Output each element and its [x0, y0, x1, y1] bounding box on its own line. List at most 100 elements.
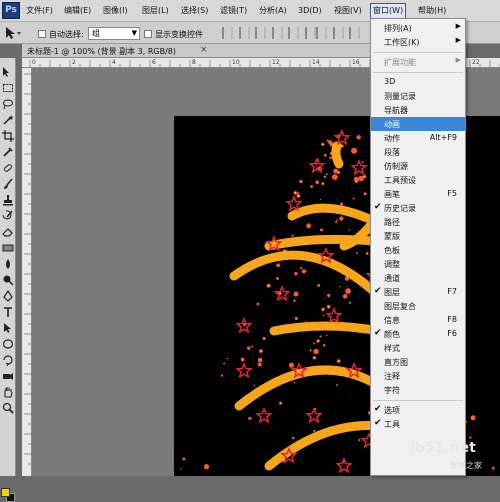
menu-item-tool-presets[interactable]: 工具预设 — [371, 173, 465, 187]
marquee-tool-icon[interactable] — [2, 82, 14, 94]
sparkle — [292, 436, 295, 440]
menu-view[interactable]: 视图(V) — [334, 5, 362, 19]
menu-item-character[interactable]: 字符 — [371, 383, 465, 397]
sparkle — [323, 153, 328, 158]
brush-tool-icon[interactable] — [2, 178, 14, 190]
menu-item-layer-comps[interactable]: 图层复合 — [371, 299, 465, 313]
sparkle — [325, 173, 328, 176]
menu-select[interactable]: 选择(S) — [181, 5, 208, 19]
eyedropper-tool-icon[interactable] — [2, 146, 14, 158]
ruler-label: 10 — [232, 59, 240, 66]
menu-3d[interactable]: 3D(D) — [298, 5, 322, 19]
sparkle — [288, 362, 295, 368]
sparkle — [345, 288, 351, 294]
menu-item-histogram[interactable]: 直方图 — [371, 355, 465, 369]
sparkle — [323, 297, 325, 300]
menu-item-paths[interactable]: 路径 — [371, 215, 465, 229]
3d-camera-tool-icon[interactable] — [2, 370, 14, 382]
menu-item-options[interactable]: ✔ 选项 — [371, 403, 465, 417]
auto-select-dropdown[interactable]: 组 ▼ — [88, 27, 140, 40]
sparkle — [315, 338, 321, 344]
path-selection-tool-icon[interactable] — [2, 322, 14, 334]
shape-tool-icon[interactable] — [2, 338, 14, 350]
lasso-tool-icon[interactable] — [2, 98, 14, 110]
menu-item-measurement-log[interactable]: 测量记录 — [371, 89, 465, 103]
align-hcenter-icon[interactable] — [288, 27, 300, 39]
sparkle — [326, 304, 332, 310]
distribute-top-icon[interactable] — [316, 27, 327, 39]
crop-tool-icon[interactable] — [2, 130, 14, 142]
menu-item-shortcut: F7 — [447, 287, 457, 296]
pen-tool-icon[interactable] — [2, 290, 14, 302]
menu-item-history[interactable]: ✔ 历史记录 — [371, 201, 465, 215]
menu-item-clone-source[interactable]: 仿制源 — [371, 159, 465, 173]
sparkle — [320, 306, 326, 312]
move-tool-icon[interactable] — [2, 66, 14, 78]
menu-item-layers[interactable]: ✔ 图层 F7 — [371, 285, 465, 299]
menu-item-info[interactable]: 信息 F8 — [371, 313, 465, 327]
menu-item-color[interactable]: ✔ 颜色 F6 — [371, 327, 465, 341]
star-ornament — [273, 284, 291, 302]
checkmark-icon: ✔ — [374, 202, 382, 212]
blur-tool-icon[interactable] — [2, 258, 14, 270]
menu-item-swatches[interactable]: 色板 — [371, 243, 465, 257]
menu-item-label: 注释 — [384, 372, 400, 381]
submenu-arrow-icon: ▶ — [455, 56, 461, 64]
align-bottom-icon[interactable] — [255, 27, 267, 39]
sparkle — [335, 383, 339, 387]
sparkle — [301, 269, 306, 274]
menu-window[interactable]: 窗口(W) — [370, 3, 407, 19]
history-brush-tool-icon[interactable] — [2, 210, 14, 222]
menu-item-tools[interactable]: ✔ 工具 — [371, 417, 465, 431]
auto-select-checkbox[interactable] — [38, 30, 46, 38]
close-icon[interactable]: × — [200, 45, 208, 55]
healing-brush-tool-icon[interactable] — [2, 162, 14, 174]
dodge-tool-icon[interactable] — [2, 274, 14, 286]
menu-item-navigator[interactable]: 导航器 — [371, 103, 465, 117]
align-vcenter-icon[interactable] — [238, 27, 250, 39]
menu-layer[interactable]: 图层(L) — [142, 5, 169, 19]
menu-image[interactable]: 图像(I) — [103, 5, 128, 19]
sparkle — [356, 135, 361, 140]
clone-stamp-tool-icon[interactable] — [2, 194, 14, 206]
menu-item-adjustments[interactable]: 调整 — [371, 257, 465, 271]
gradient-tool-icon[interactable] — [2, 242, 14, 254]
menu-item-styles[interactable]: 样式 — [371, 341, 465, 355]
type-tool-icon[interactable] — [2, 306, 14, 318]
menu-analysis[interactable]: 分析(A) — [259, 5, 287, 19]
menu-item-channels[interactable]: 通道 — [371, 271, 465, 285]
hand-tool-icon[interactable] — [2, 386, 14, 398]
align-left-icon[interactable] — [271, 27, 283, 39]
menu-item-masks[interactable]: 蒙版 — [371, 229, 465, 243]
3d-rotate-tool-icon[interactable] — [2, 354, 14, 366]
foreground-color-swatch[interactable] — [1, 488, 10, 497]
menu-item-notes[interactable]: 注释 — [371, 369, 465, 383]
sparkle — [291, 234, 294, 237]
show-transform-checkbox[interactable] — [144, 30, 152, 38]
menu-item-3d[interactable]: 3D — [371, 75, 465, 89]
menu-file[interactable]: 文件(F) — [26, 5, 53, 19]
menu-item-arrange[interactable]: 排列(A) ▶ — [371, 21, 465, 35]
distribute-vcenter-icon[interactable] — [332, 27, 344, 39]
document-tab[interactable]: 未标题-1 @ 100% (背景 副本 3, RGB/8) × — [22, 44, 374, 58]
menu-item-brushes[interactable]: 画笔 F5 — [371, 187, 465, 201]
sparkle — [339, 216, 344, 221]
menu-edit[interactable]: 编辑(E) — [64, 5, 91, 19]
menu-item-paragraph[interactable]: 段落 — [371, 145, 465, 159]
sparkle — [265, 282, 272, 289]
distribute-bottom-icon[interactable] — [349, 27, 361, 39]
move-tool-icon[interactable] — [4, 26, 22, 40]
menu-item-workspace[interactable]: 工作区(K) ▶ — [371, 35, 465, 49]
menu-item-actions[interactable]: 动作 Alt+F9 — [371, 131, 465, 145]
magic-wand-tool-icon[interactable] — [2, 114, 14, 126]
zoom-tool-icon[interactable] — [2, 402, 14, 414]
align-right-icon[interactable] — [304, 27, 316, 39]
menu-filter[interactable]: 滤镜(T) — [220, 5, 247, 19]
ruler-label: 6 — [152, 59, 156, 66]
align-top-icon[interactable] — [222, 27, 233, 39]
tree-strokes — [229, 141, 384, 471]
menu-item-animation[interactable]: 动画 — [371, 117, 465, 131]
window-menu-dropdown: 排列(A) ▶ 工作区(K) ▶ 扩展功能 ▶ 3D 测量记录 导航器 动画 动作 Al… — [370, 18, 466, 476]
menu-help[interactable]: 帮助(H) — [418, 5, 446, 19]
eraser-tool-icon[interactable] — [2, 226, 14, 238]
